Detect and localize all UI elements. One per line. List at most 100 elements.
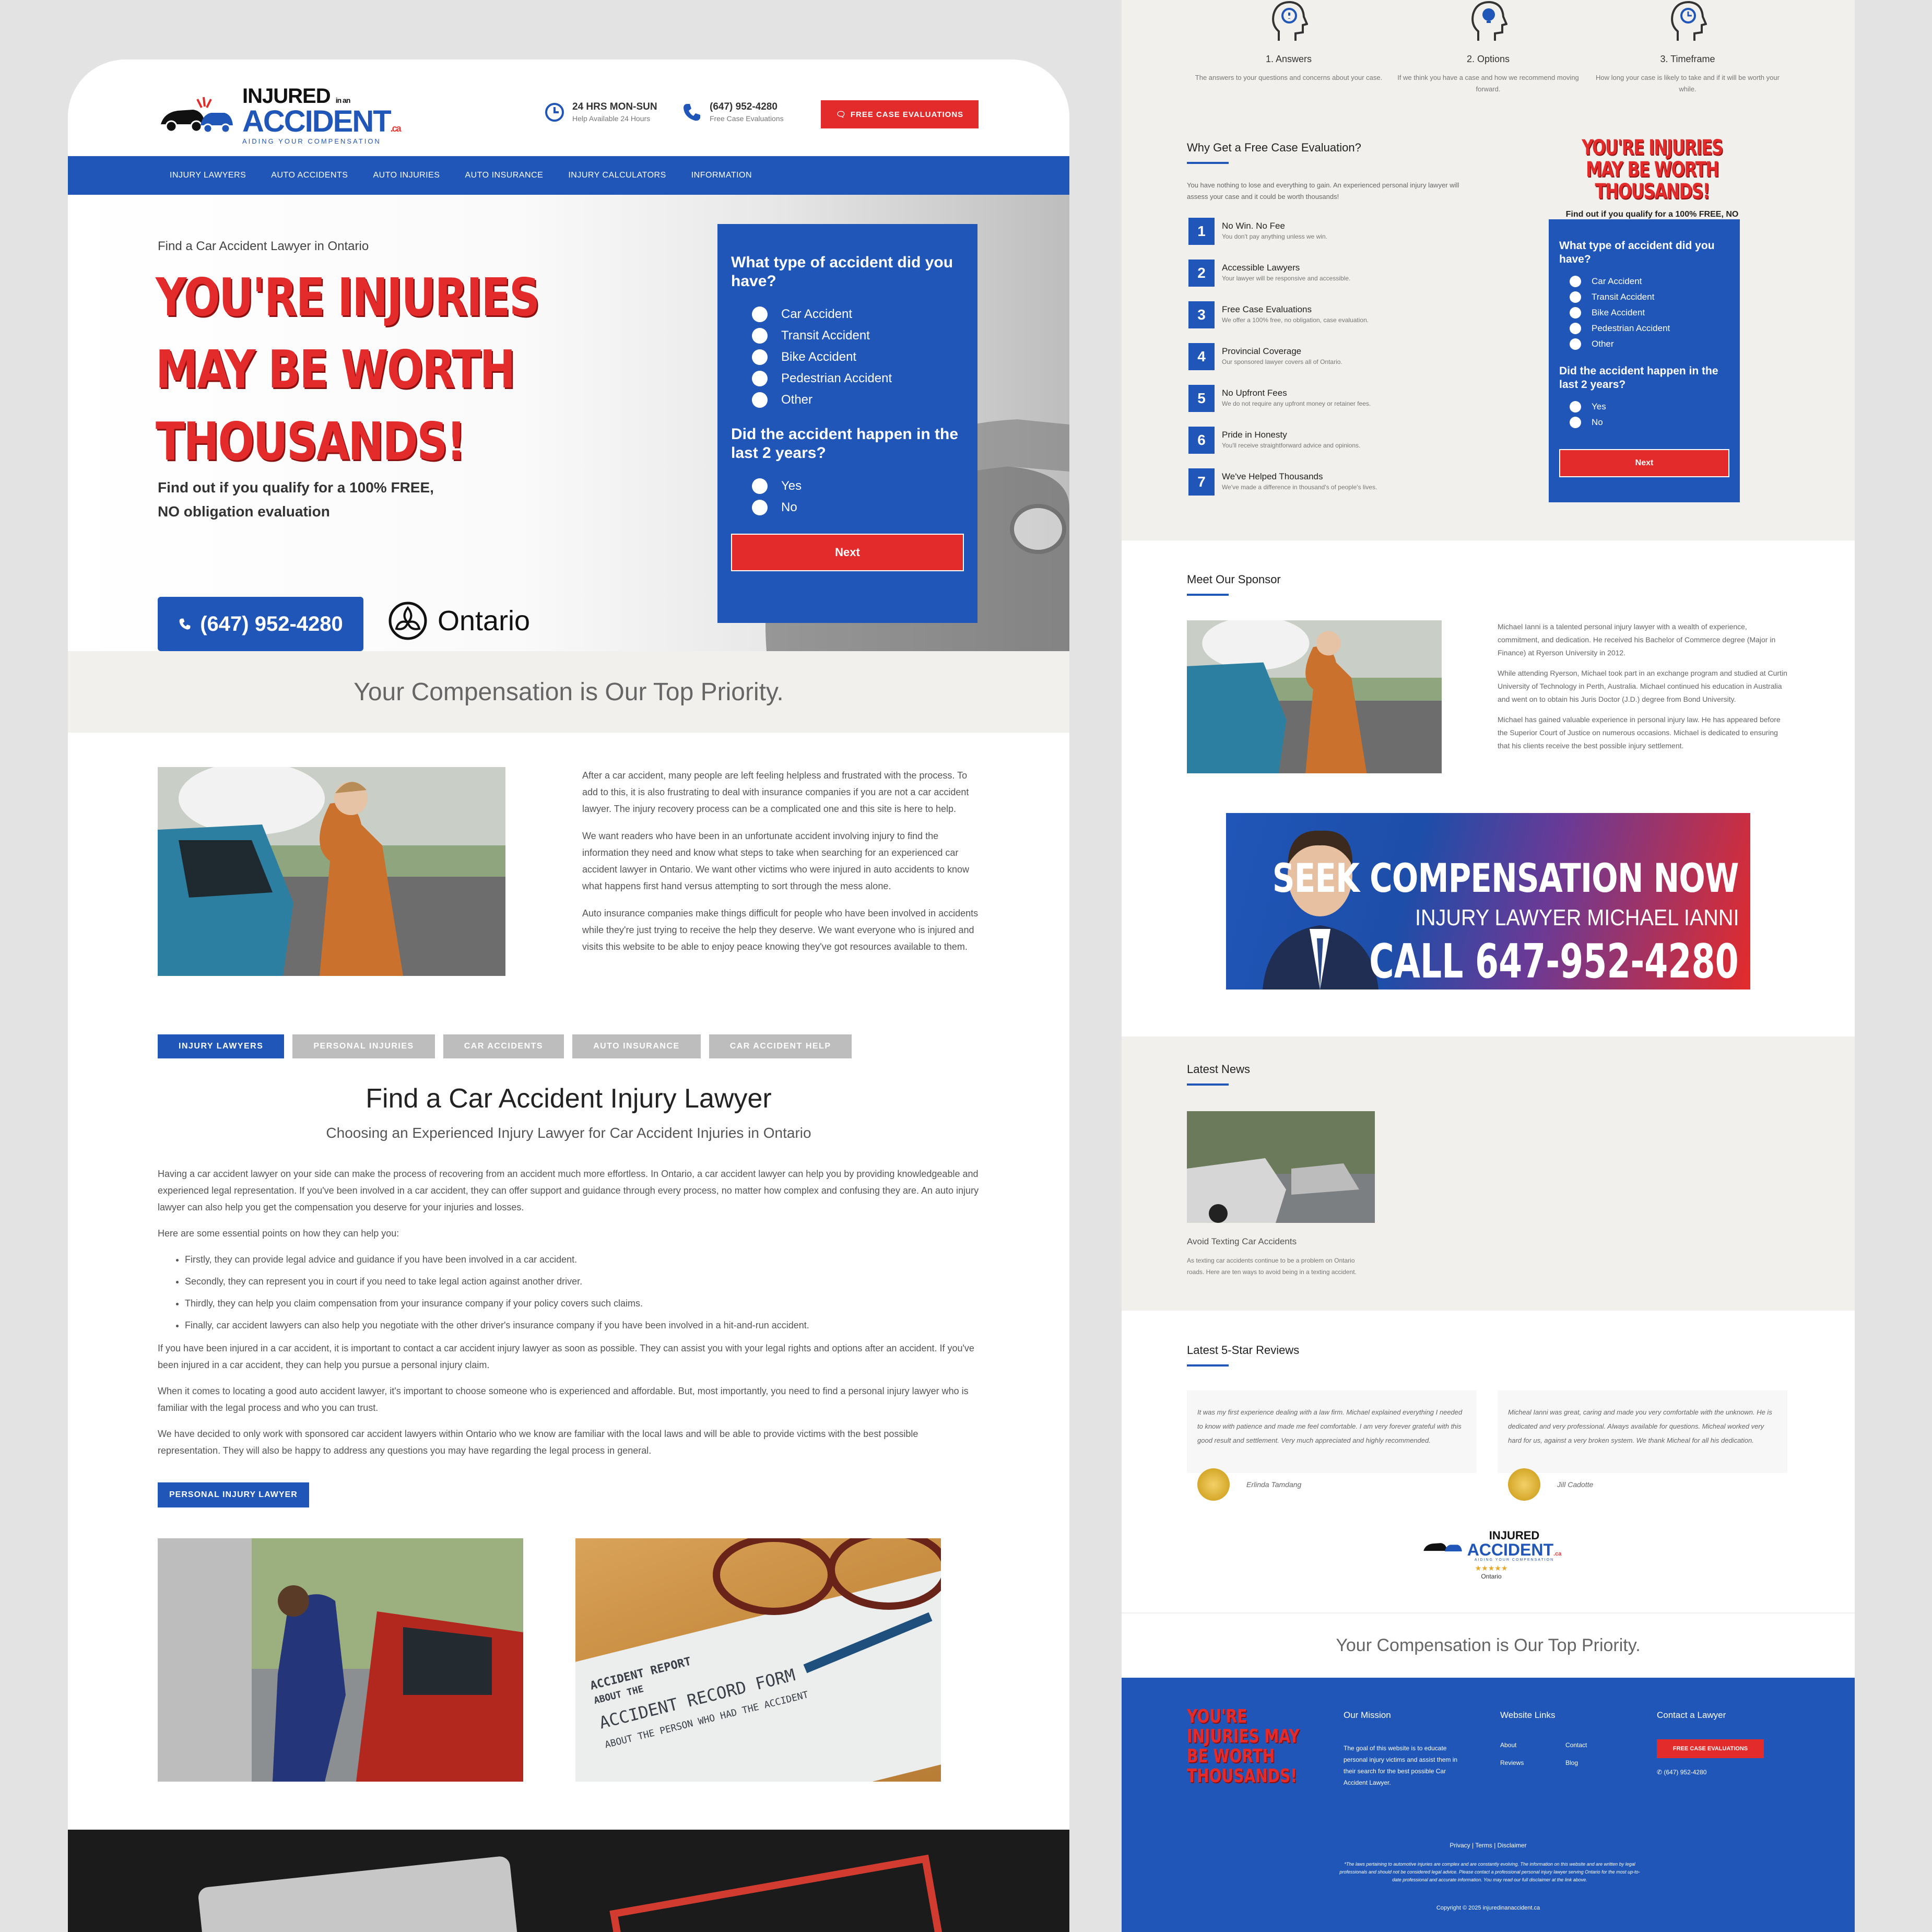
accident-questionnaire-form: What type of accident did you have? Car … (717, 224, 977, 623)
award-seal-icon (1508, 1468, 1540, 1501)
radio-bike-accident[interactable]: Bike Accident (731, 346, 964, 368)
list-item: Secondly, they can represent you in cour… (185, 1273, 983, 1290)
nav-auto-accidents[interactable]: AUTO ACCIDENTS (271, 171, 348, 180)
personal-injury-lawyer-button[interactable]: PERSONAL INJURY LAWYER (158, 1482, 309, 1507)
step-timeframe: 3. Timeframe How long your case is likel… (1588, 0, 1787, 95)
radio-button[interactable] (1570, 276, 1581, 287)
why-evaluation-heading: Why Get a Free Case Evaluation? (1187, 141, 1361, 164)
sponsor-image (1187, 620, 1442, 773)
nav-injury-calculators[interactable]: INJURY CALCULATORS (568, 171, 666, 180)
radio-car-accident[interactable]: Car Accident (1559, 274, 1729, 289)
list-item: Thirdly, they can help you claim compens… (185, 1295, 983, 1312)
why-evaluation-intro: You have nothing to lose and everything … (1187, 181, 1459, 201)
radio-transit-accident[interactable]: Transit Accident (1559, 289, 1729, 305)
topic-tabs: INJURY LAWYERS PERSONAL INJURIES CAR ACC… (158, 1034, 852, 1058)
radio-button[interactable] (752, 370, 768, 386)
footer-links-heading: Website Links (1500, 1710, 1556, 1720)
reviews-heading: Latest 5-Star Reviews (1187, 1344, 1299, 1366)
benefit-item: 5 No Upfront Fees We do not require any up… (1188, 385, 1371, 412)
tab-car-accidents[interactable]: CAR ACCIDENTS (443, 1034, 564, 1058)
logo-tagline: AIDING YOUR COMPENSATION (242, 137, 381, 145)
nav-auto-injuries[interactable]: AUTO INJURIES (373, 171, 440, 180)
benefit-item: 4 Provincial Coverage Our sponsored lawyer… (1188, 343, 1342, 370)
radio-transit-accident[interactable]: Transit Accident (731, 325, 964, 346)
ontario-trillium-icon (388, 602, 427, 640)
lawyer-portrait-image (1263, 830, 1379, 989)
nav-information[interactable]: INFORMATION (691, 171, 752, 180)
hours-info: 24 HRS MON-SUN Help Available 24 Hours (544, 101, 657, 123)
step-options: 2. Options If we think you have a case a… (1389, 0, 1587, 95)
award-seal-icon (1197, 1468, 1230, 1501)
latest-news-section: Latest News Avoid Texting Car Accidents … (1122, 1036, 1855, 1311)
radio-button[interactable] (1570, 417, 1581, 428)
radio-button[interactable] (752, 327, 768, 344)
intro-text: After a car accident, many people are le… (582, 770, 979, 952)
seek-compensation-banner[interactable]: SEEK COMPENSATION NOW INJURY LAWYER MICH… (1226, 813, 1750, 989)
radio-button[interactable] (1570, 291, 1581, 303)
next-button[interactable]: Next (731, 534, 964, 571)
radio-pedestrian-accident[interactable]: Pedestrian Accident (1559, 321, 1729, 336)
footer-link-contact[interactable]: Contact (1565, 1739, 1587, 1751)
radio-button[interactable] (752, 349, 768, 365)
phone-icon (179, 618, 191, 630)
radio-car-accident[interactable]: Car Accident (731, 303, 964, 325)
news-car-crash-image[interactable] (1187, 1111, 1375, 1223)
radio-pedestrian-accident[interactable]: Pedestrian Accident (731, 368, 964, 389)
footer-headline: YOU'RE INJURIES MAY BE WORTH THOUSANDS! (1187, 1706, 1300, 1787)
banner-lawyer-name: INJURY LAWYER MICHAEL IANNI (1415, 905, 1739, 930)
promo-headline: YOU'RE INJURIES MAY BE WORTH THOUSANDS! (1582, 136, 1723, 204)
next-button[interactable]: Next (1559, 449, 1729, 477)
site-header: INJURED in an ACCIDENT.ca AIDING YOUR CO… (68, 60, 1069, 156)
footer-link-about[interactable]: About (1500, 1739, 1516, 1751)
radio-other[interactable]: Other (1559, 336, 1729, 352)
radio-button[interactable] (752, 392, 768, 408)
radio-button[interactable] (1570, 307, 1581, 319)
sponsor-bio: Michael Ianni is a talented personal inj… (1498, 622, 1787, 750)
phone-info[interactable]: (647) 952-4280 Free Case Evaluations (681, 101, 784, 123)
tab-personal-injuries[interactable]: PERSONAL INJURIES (292, 1034, 435, 1058)
accident-report-form-image: ACCIDENT REPORT ABOUT THE ACCIDENT RECOR… (575, 1538, 941, 1782)
tab-car-accident-help[interactable]: CAR ACCIDENT HELP (709, 1034, 852, 1058)
radio-button[interactable] (752, 499, 768, 515)
radio-button[interactable] (1570, 323, 1581, 334)
footer-link-reviews[interactable]: Reviews (1500, 1757, 1524, 1769)
radio-button[interactable] (752, 478, 768, 494)
phone-icon (684, 103, 700, 121)
radio-button[interactable] (1570, 401, 1581, 413)
footer-legal-links[interactable]: Privacy | Terms | Disclaimer (1122, 1840, 1855, 1851)
radio-button[interactable] (1570, 338, 1581, 350)
sponsor-heading: Meet Our Sponsor (1187, 573, 1281, 596)
hero-headline: YOU'RE INJURIES MAY BE WORTH THOUSANDS! (156, 267, 540, 472)
radio-no[interactable]: No (1559, 415, 1729, 430)
tab-auto-insurance[interactable]: AUTO INSURANCE (572, 1034, 701, 1058)
accident-timing-question: Did the accident happen in the last 2 ye… (731, 426, 959, 462)
nav-auto-insurance[interactable]: AUTO INSURANCE (465, 171, 543, 180)
car-crash-logo-icon (1423, 1542, 1462, 1551)
radio-other[interactable]: Other (731, 389, 964, 410)
rating-stars: ★★★★★ (1475, 1564, 1508, 1572)
accident-type-question: What type of accident did you have? (731, 254, 953, 290)
footer-link-blog[interactable]: Blog (1565, 1757, 1578, 1769)
radio-yes[interactable]: Yes (731, 475, 964, 497)
tab-injury-lawyers[interactable]: INJURY LAWYERS (158, 1034, 285, 1058)
footer-phone[interactable]: ✆ (647) 952-4280 (1657, 1766, 1706, 1778)
radio-bike-accident[interactable]: Bike Accident (1559, 305, 1729, 321)
nav-injury-lawyers[interactable]: INJURY LAWYERS (170, 171, 246, 180)
car-crash-logo-icon (161, 97, 233, 133)
step-answers: 1. Answers The answers to your questions… (1189, 0, 1388, 84)
radio-yes[interactable]: Yes (1559, 399, 1729, 415)
section-body: Having a car accident lawyer on your sid… (158, 1165, 983, 1468)
site-logo[interactable]: INJURED in an ACCIDENT.ca AIDING YOUR CO… (157, 86, 402, 145)
news-item-title[interactable]: Avoid Texting Car Accidents (1187, 1236, 1297, 1247)
radio-button[interactable] (752, 306, 768, 322)
review-card: Micheal Ianni was great, caring and made… (1498, 1391, 1787, 1473)
main-navigation: INJURY LAWYERS AUTO ACCIDENTS AUTO INJUR… (68, 156, 1069, 195)
call-phone-button[interactable]: (647) 952-4280 (158, 597, 363, 651)
idea-head-icon (1471, 1, 1508, 41)
radio-no[interactable]: No (731, 497, 964, 518)
footer-free-evaluation-button[interactable]: FREE CASE EVALUATIONS (1657, 1739, 1764, 1758)
clock-icon (545, 102, 564, 122)
chat-icon: 🗨 (835, 110, 846, 119)
compensation-banner: Your Compensation is Our Top Priority. (1122, 1612, 1855, 1678)
free-case-evaluation-button[interactable]: 🗨 FREE CASE EVALUATIONS (821, 100, 979, 128)
